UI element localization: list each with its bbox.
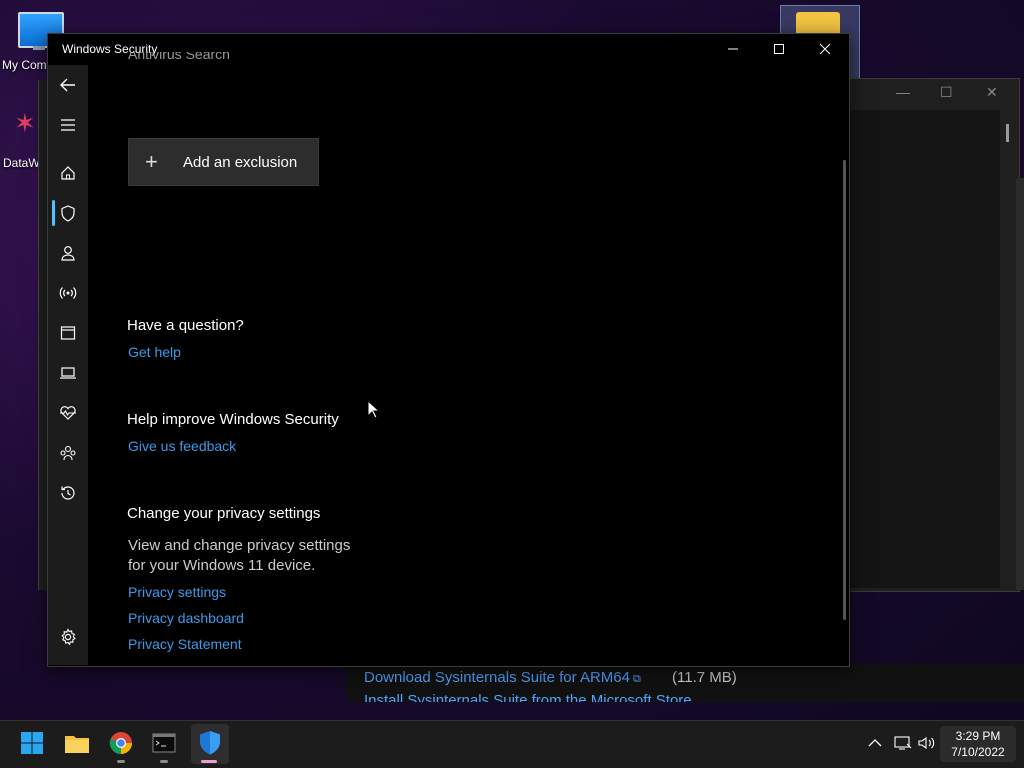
menu-button[interactable] [56, 113, 80, 137]
taskbar-terminal[interactable] [149, 728, 179, 758]
home-icon [61, 166, 75, 180]
gear-icon [61, 628, 76, 646]
sidebar-item-home[interactable] [56, 161, 80, 185]
chrome-icon [109, 732, 132, 755]
improve-heading: Help improve Windows Security [127, 411, 339, 428]
sidebar-item-protection-history[interactable] [56, 481, 80, 505]
family-icon [60, 445, 76, 461]
network-status[interactable] [894, 735, 912, 751]
clock-date: 7/10/2022 [951, 745, 1005, 759]
chevron-up-icon [868, 739, 882, 747]
sidebar-item-device-security[interactable] [56, 361, 80, 385]
maximize-button[interactable] [763, 38, 795, 60]
question-heading: Have a question? [127, 317, 244, 334]
network-icon [894, 736, 912, 750]
speaker-icon [918, 736, 935, 750]
security-active-indicator [201, 760, 217, 763]
minimize-icon[interactable]: — [896, 84, 910, 100]
close-button[interactable] [809, 38, 841, 60]
shield-icon [61, 204, 75, 222]
privacy-settings-link[interactable]: Privacy settings [128, 584, 226, 600]
desktop-label-datawarrior[interactable]: DataW [3, 156, 40, 170]
sidebar-item-app-browser[interactable] [56, 321, 80, 345]
privacy-text-line-1: View and change privacy settings [128, 537, 351, 554]
history-icon [61, 486, 75, 500]
monitor-stand [33, 46, 45, 50]
tray-overflow-chevron[interactable] [866, 735, 884, 751]
sidebar-item-settings[interactable] [56, 625, 80, 649]
browser-window-icon [60, 326, 76, 340]
desktop-label-my-computer[interactable]: My Com [2, 58, 47, 72]
privacy-description: View and change privacy settings for you… [128, 536, 350, 576]
sidebar-item-family-options[interactable] [56, 441, 80, 465]
install-store-link[interactable]: Install Sysinternals Suite from the Micr… [364, 692, 692, 702]
shield-icon [200, 731, 220, 755]
laptop-icon [60, 367, 76, 379]
add-exclusion-label: Add an exclusion [183, 153, 298, 171]
close-icon [819, 43, 831, 55]
chrome-running-indicator [117, 760, 125, 763]
taskbar-windows-security[interactable] [195, 728, 225, 758]
maximize-icon [774, 44, 784, 54]
close-icon[interactable]: ✕ [986, 84, 998, 101]
content-scrollbar[interactable] [843, 160, 846, 620]
get-help-link[interactable]: Get help [128, 344, 181, 360]
back-arrow-icon [60, 78, 75, 92]
minimize-button[interactable] [717, 38, 749, 60]
back-button[interactable] [56, 73, 80, 97]
privacy-heading: Change your privacy settings [127, 505, 321, 522]
sidebar-item-firewall[interactable] [56, 281, 80, 305]
volume-control[interactable] [918, 735, 936, 751]
start-button[interactable] [17, 728, 47, 758]
system-clock[interactable]: 3:29 PM 7/10/2022 [940, 726, 1016, 762]
terminal-running-indicator [160, 760, 168, 763]
hamburger-icon [61, 119, 75, 131]
sidebar-item-device-health[interactable] [56, 401, 80, 425]
privacy-text-line-2: for your Windows 11 device. [128, 557, 316, 574]
person-icon [61, 246, 75, 261]
terminal-content [848, 110, 1000, 588]
privacy-statement-link[interactable]: Privacy Statement [128, 636, 242, 652]
mouse-cursor-icon [367, 400, 381, 419]
download-arm64-link[interactable]: Download Sysinternals Suite for ARM64 ⧉ [364, 669, 641, 686]
taskbar-file-explorer[interactable] [62, 728, 92, 758]
wifi-signal-icon [59, 287, 77, 299]
add-exclusion-button[interactable]: + Add an exclusion [128, 138, 319, 186]
terminal-icon [152, 733, 176, 753]
folder-icon [65, 736, 89, 753]
minimize-icon [728, 48, 738, 50]
taskbar-chrome[interactable] [106, 728, 136, 758]
download-size: (11.7 MB) [672, 669, 737, 686]
scrollbar[interactable] [1006, 124, 1009, 142]
heart-pulse-icon [60, 406, 76, 420]
clock-time: 3:29 PM [955, 729, 1001, 743]
sidebar-item-virus-protection[interactable] [56, 201, 80, 225]
feedback-link[interactable]: Give us feedback [128, 438, 236, 454]
plus-icon: + [145, 149, 158, 174]
windows-logo-icon [21, 732, 43, 754]
background-window-far-right [1016, 178, 1024, 590]
privacy-dashboard-link[interactable]: Privacy dashboard [128, 610, 244, 626]
selected-indicator [52, 200, 55, 226]
maximize-icon[interactable]: ☐ [940, 84, 953, 101]
sidebar-item-account-protection[interactable] [56, 241, 80, 265]
clipped-heading: Antivirus Search [128, 52, 230, 62]
